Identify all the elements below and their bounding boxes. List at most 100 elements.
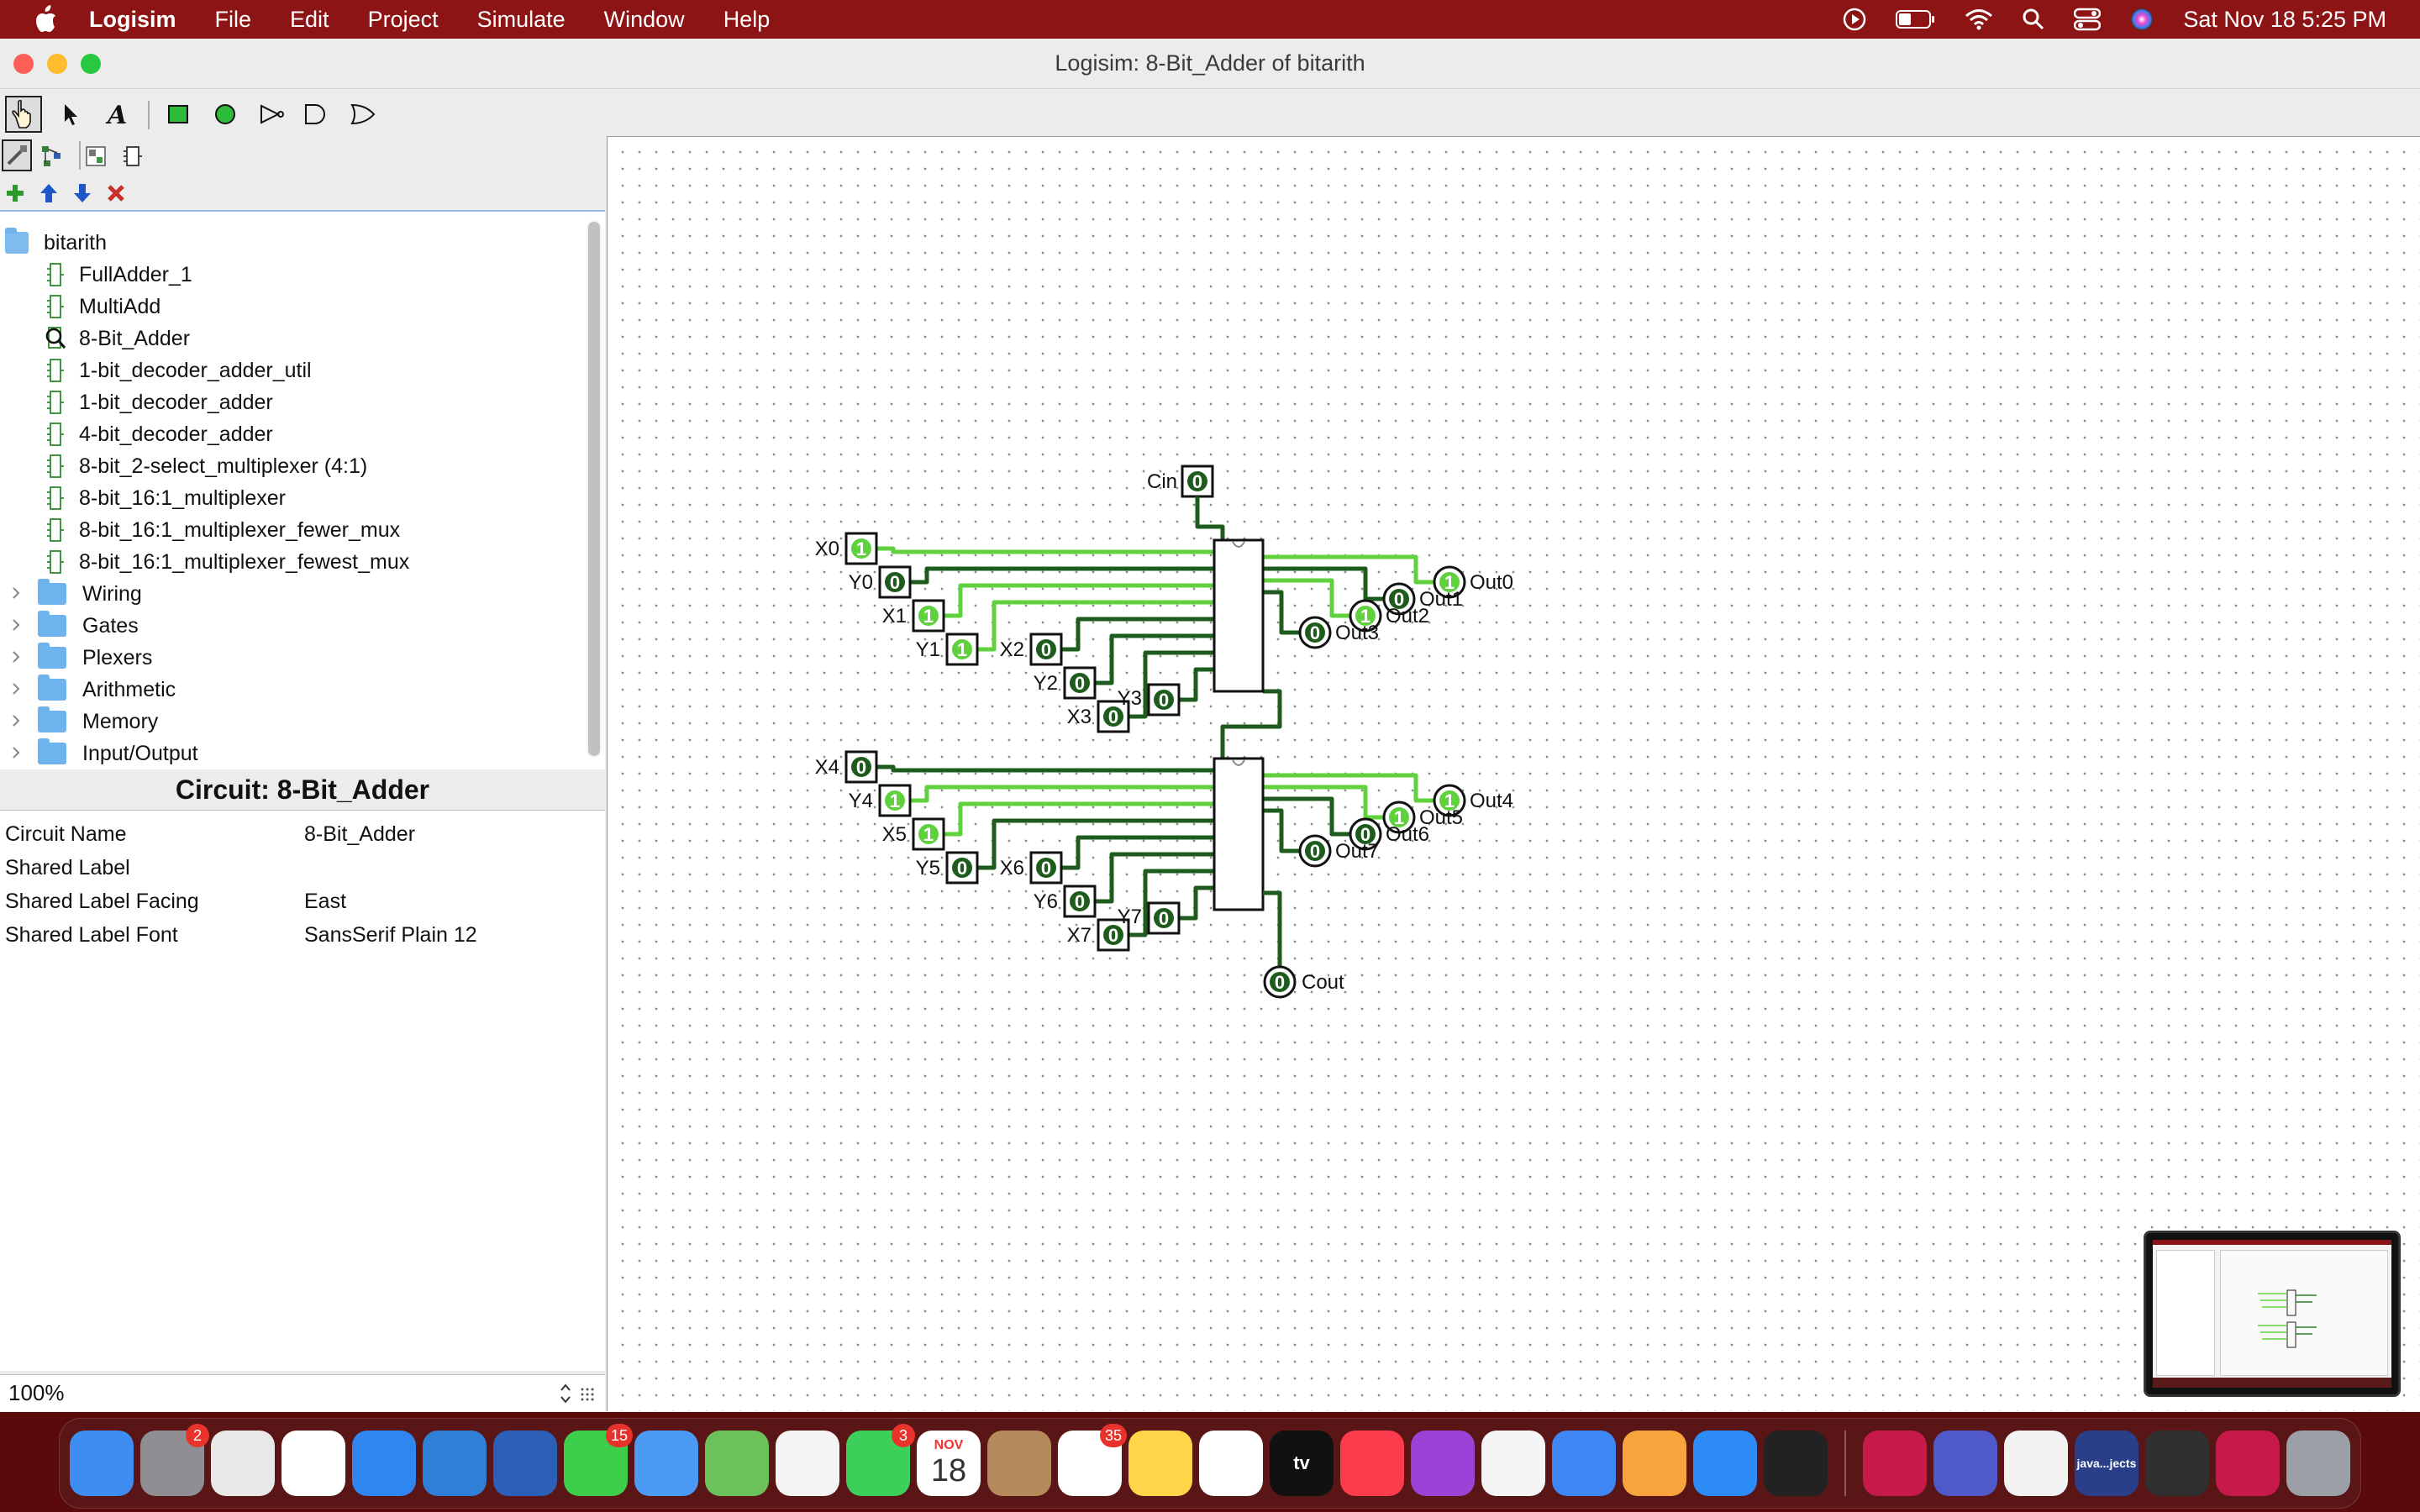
input-pin-icon[interactable] <box>160 96 197 133</box>
facetime-icon[interactable]: 3 <box>846 1424 915 1496</box>
tree-library-item[interactable]: Input/Output <box>10 738 198 769</box>
property-value[interactable]: 8-Bit_Adder <box>304 822 415 847</box>
safari-icon[interactable] <box>352 1431 416 1496</box>
grid-toggle-icon[interactable] <box>580 1385 598 1411</box>
delete-circuit-icon[interactable] <box>99 176 133 210</box>
property-value[interactable]: East <box>304 890 346 914</box>
calendar-icon[interactable]: NOV 18 <box>917 1431 981 1496</box>
project-menu[interactable]: Project <box>368 7 439 33</box>
window-menu[interactable]: Window <box>604 7 685 33</box>
chevron-right-icon[interactable] <box>10 710 27 734</box>
tree-circuit-item[interactable]: 8-bit_16:1_multiplexer <box>44 482 286 514</box>
spotlight-search-icon[interactable] <box>2022 8 2045 31</box>
java-projects-folder-icon[interactable]: java...jects <box>2074 1431 2139 1496</box>
raspberry-pi-imager-icon[interactable] <box>2215 1431 2280 1496</box>
tree-library-item[interactable]: Memory <box>10 706 158 738</box>
podcasts-icon[interactable] <box>1411 1431 1475 1496</box>
chevron-right-icon[interactable] <box>10 742 27 766</box>
tree-circuit-item[interactable]: 1-bit_decoder_adder <box>44 386 273 418</box>
chevron-right-icon[interactable] <box>10 678 27 702</box>
zoom-value[interactable]: 100% <box>8 1380 65 1406</box>
music-icon[interactable] <box>1340 1431 1404 1496</box>
zoom-control[interactable]: 100% <box>0 1374 605 1411</box>
pages-icon[interactable] <box>1623 1431 1686 1496</box>
explorer-scrollbar[interactable] <box>587 220 602 758</box>
messages-icon[interactable]: 15 <box>564 1424 633 1496</box>
property-row[interactable]: Shared Label Facing East <box>5 885 598 918</box>
teams-icon[interactable] <box>1933 1431 1997 1496</box>
edit-menu[interactable]: Edit <box>290 7 329 33</box>
finder-icon[interactable] <box>70 1431 134 1496</box>
output-pin-icon[interactable] <box>207 96 244 133</box>
control-center-icon[interactable] <box>2074 8 2102 31</box>
file-menu[interactable]: File <box>215 7 252 33</box>
app-store-icon[interactable] <box>1693 1431 1757 1496</box>
chevron-right-icon[interactable] <box>10 614 27 638</box>
close-window-button[interactable] <box>13 54 34 74</box>
contacts-icon[interactable] <box>987 1431 1051 1496</box>
circuit-canvas[interactable]: 0 Cin 1 X0 0 Y0 1 X1 1 Y1 0 X2 0 Y2 0 X3 0 Y3 1 Out0 0 Out1 1 O… <box>607 136 2420 1411</box>
circuit-diagram[interactable]: 0Cin1X00Y01X11Y1 0X20Y20X30Y31 Out00 Out11 O… <box>608 137 2420 1412</box>
news-icon[interactable] <box>1481 1431 1545 1496</box>
chevron-right-icon[interactable] <box>10 582 27 606</box>
keynote-icon[interactable] <box>1552 1431 1616 1496</box>
notes-icon[interactable] <box>1128 1431 1192 1496</box>
text-tool-icon[interactable]: A <box>99 96 136 133</box>
tree-circuit-item[interactable]: 8-bit_2-select_multiplexer (4:1) <box>44 450 367 482</box>
tree-circuit-item[interactable]: 1-bit_decoder_adder_util <box>44 354 312 386</box>
trash-icon[interactable] <box>2286 1431 2350 1496</box>
logisim-icon[interactable] <box>2144 1431 2209 1496</box>
system-settings-icon[interactable]: 2 <box>140 1424 209 1496</box>
tree-root-bitarith[interactable]: bitarith <box>5 227 107 259</box>
move-up-icon[interactable] <box>32 176 66 210</box>
simulation-tree-icon[interactable] <box>34 138 71 175</box>
adder-subcircuit[interactable] <box>1213 538 1265 693</box>
select-tool-icon[interactable] <box>52 96 89 133</box>
adder-subcircuit[interactable] <box>1213 757 1265 911</box>
terminal-icon[interactable] <box>1764 1431 1828 1496</box>
freeform-icon[interactable] <box>1199 1431 1263 1496</box>
opera-icon[interactable] <box>281 1431 345 1496</box>
main-layout-icon[interactable] <box>77 138 114 175</box>
apple-tv-icon[interactable]: tv <box>1270 1431 1334 1496</box>
raspberry-pi-icon[interactable] <box>1862 1431 1927 1496</box>
play-circle-icon[interactable] <box>1842 7 1867 32</box>
property-row[interactable]: Circuit Name 8-Bit_Adder <box>5 817 598 851</box>
not-gate-icon[interactable] <box>254 96 291 133</box>
zoom-stepper-icon[interactable] <box>558 1380 573 1413</box>
tree-circuit-item[interactable]: 8-bit_16:1_multiplexer_fewer_mux <box>44 514 400 546</box>
app-menu[interactable]: Logisim <box>89 7 176 33</box>
launchpad-icon[interactable] <box>211 1431 275 1496</box>
screenshot-preview-thumbnail[interactable] <box>2144 1231 2401 1397</box>
add-circuit-icon[interactable] <box>0 176 32 210</box>
explorer-scrollbar-thumb[interactable] <box>588 222 600 756</box>
menu-bar-clock[interactable]: Sat Nov 18 5:25 PM <box>2183 7 2386 33</box>
move-down-icon[interactable] <box>66 176 99 210</box>
property-row[interactable]: Shared Label Font SansSerif Plain 12 <box>5 918 598 952</box>
textedit-icon[interactable] <box>2003 1431 2068 1496</box>
tree-circuit-item[interactable]: 4-bit_decoder_adder <box>44 418 273 450</box>
appearance-edit-icon[interactable] <box>114 138 151 175</box>
word-icon[interactable] <box>493 1431 557 1496</box>
apple-logo-icon[interactable] <box>30 4 60 34</box>
tree-library-item[interactable]: Arithmetic <box>10 674 176 706</box>
reminders-icon[interactable]: 35 <box>1058 1424 1127 1496</box>
mail-icon[interactable] <box>634 1431 698 1496</box>
minimize-window-button[interactable] <box>47 54 67 74</box>
simulate-menu[interactable]: Simulate <box>477 7 566 33</box>
tree-library-item[interactable]: Gates <box>10 610 139 642</box>
and-gate-icon[interactable] <box>297 96 334 133</box>
siri-icon[interactable] <box>2129 7 2154 32</box>
property-value[interactable]: SansSerif Plain 12 <box>304 923 477 948</box>
toolbox-view-icon[interactable] <box>2 139 32 171</box>
help-menu[interactable]: Help <box>723 7 771 33</box>
vscode-icon[interactable] <box>423 1431 487 1496</box>
photos-icon[interactable] <box>776 1431 839 1496</box>
tree-circuit-item[interactable]: MultiAdd <box>44 291 160 323</box>
tree-circuit-item[interactable]: FullAdder_1 <box>44 259 192 291</box>
property-row[interactable]: Shared Label <box>5 851 598 885</box>
tree-circuit-item[interactable]: 8-Bit_Adder <box>44 323 190 354</box>
battery-icon[interactable] <box>1896 9 1936 29</box>
tree-library-item[interactable]: Wiring <box>10 578 142 610</box>
poke-tool-icon[interactable] <box>5 96 42 133</box>
